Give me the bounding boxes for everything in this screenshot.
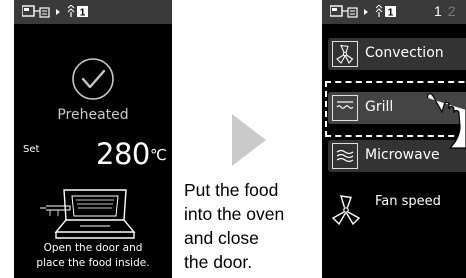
page-next[interactable]: 2 [448,3,456,19]
number-one-icon: 1 [77,6,88,19]
svg-text:1: 1 [388,8,394,19]
instruction-line-1: Open the door and [43,242,143,254]
oven-mode-icon [22,5,50,18]
instruction-line-2: place the food inside. [36,257,150,269]
status-icons: 1 [22,5,88,19]
instruction-text: Open the door and place the food inside. [14,241,172,271]
triangle-right-icon [56,9,60,15]
menu-item-label: Convection [365,45,444,61]
menu-item-convection[interactable]: Convection [328,38,466,70]
step-caption: Put the food into the oven and close the… [184,178,322,274]
status-bar: 1 12 [322,0,466,24]
svg-text:1: 1 [80,8,86,19]
convection-icon [332,41,358,67]
check-circle-icon [72,58,114,100]
temperature-value: 280 [96,137,150,171]
status-bar: 1 [14,0,172,24]
mode-select-screen: 1 12 Convection Grill Microwave Fan spee… [322,0,466,278]
caption-line-4: the door. [184,252,253,272]
preheated-screen: 1 Preheated Set 280 ℃ Open the door and … [14,0,172,278]
next-step-arrow-icon [232,114,266,166]
caption-line-3: and close [184,228,259,248]
pointing-hand-icon [426,93,466,149]
caption-line-2: into the oven [184,204,285,224]
status-icons: 1 [330,5,396,19]
page-indicator[interactable]: 12 [434,3,456,19]
preheated-status: Preheated [57,107,129,123]
number-one-icon: 1 [385,6,396,19]
level-icon [375,5,383,17]
oven-mode-icon [330,5,358,18]
triangle-right-icon [364,9,368,15]
temperature-unit: ℃ [150,146,167,164]
page-current: 1 [434,3,442,19]
set-label: Set [23,144,40,155]
level-icon [67,5,75,17]
microwave-icon [332,143,358,169]
fan-speed-button[interactable]: Fan speed [328,190,466,230]
caption-line-1: Put the food [184,180,279,200]
fan-icon [331,195,361,226]
fan-speed-label: Fan speed [375,194,441,209]
oven-open-icon [40,189,136,239]
